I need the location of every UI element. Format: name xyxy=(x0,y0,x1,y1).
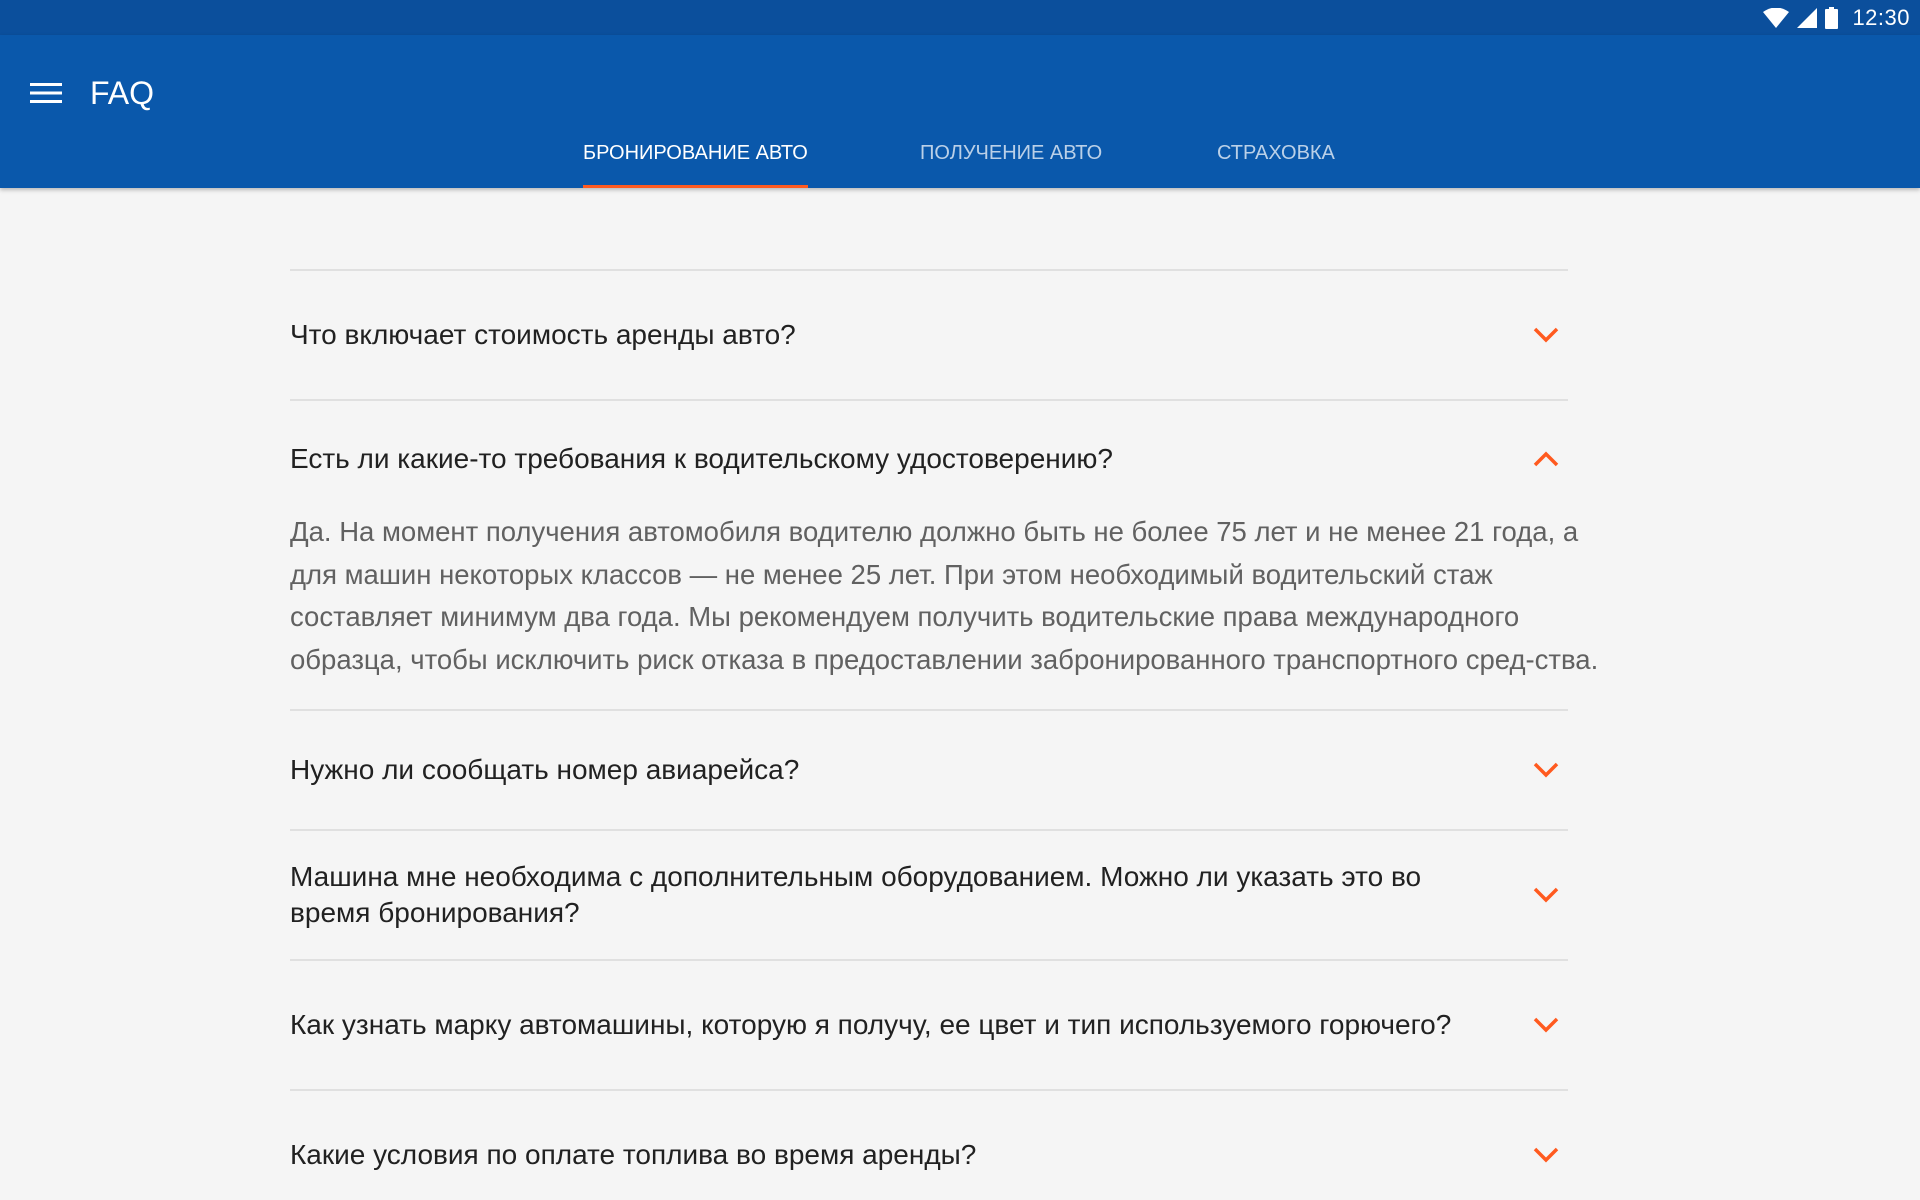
chevron-up-icon[interactable] xyxy=(1530,443,1562,475)
app-bar: FAQ БРОНИРОВАНИЕ АВТО ПОЛУЧЕНИЕ АВТО СТР… xyxy=(0,35,1920,188)
faq-question: Нужно ли сообщать номер авиарейса? xyxy=(290,754,800,785)
faq-question: Как узнать марку автомашины, которую я п… xyxy=(290,1009,1452,1040)
faq-question: Что включает стоимость аренды авто? xyxy=(290,319,796,350)
chevron-down-icon[interactable] xyxy=(1530,1009,1562,1041)
faq-question-row[interactable]: Какие условия по оплате топлива во время… xyxy=(290,1091,1568,1200)
faq-question-row[interactable]: Что включает стоимость аренды авто? xyxy=(290,271,1568,399)
faq-item: Машина мне необходима с дополнительным о… xyxy=(290,829,1568,959)
faq-question-row[interactable]: Как узнать марку автомашины, которую я п… xyxy=(290,961,1568,1089)
faq-question: Есть ли какие-то требования к водительск… xyxy=(290,443,1113,474)
chevron-down-icon[interactable] xyxy=(1530,319,1562,351)
battery-icon xyxy=(1825,6,1839,29)
faq-content: Что включает стоимость аренды авто? Есть… xyxy=(0,188,1920,1200)
menu-icon xyxy=(30,83,62,103)
tab-booking[interactable]: БРОНИРОВАНИЕ АВТО xyxy=(583,135,808,188)
cell-signal-icon xyxy=(1797,7,1818,28)
faq-question: Машина мне необходима с дополнительным о… xyxy=(290,861,1422,928)
faq-question-row[interactable]: Есть ли какие-то требования к водительск… xyxy=(290,401,1568,511)
tab-label: ПОЛУЧЕНИЕ АВТО xyxy=(920,142,1103,164)
status-bar: 12:30 xyxy=(0,0,1920,35)
faq-item: Нужно ли сообщать номер авиарейса? xyxy=(290,709,1568,829)
tab-pickup[interactable]: ПОЛУЧЕНИЕ АВТО xyxy=(920,135,1102,188)
tab-label: СТРАХОВКА xyxy=(1217,142,1335,164)
status-time: 12:30 xyxy=(1852,4,1910,30)
faq-item-expanded: Есть ли какие-то требования к водительск… xyxy=(290,399,1598,709)
chevron-down-icon[interactable] xyxy=(1530,754,1562,786)
chevron-down-icon[interactable] xyxy=(1530,879,1562,911)
faq-item: Как узнать марку автомашины, которую я п… xyxy=(290,959,1568,1089)
tab-bar: БРОНИРОВАНИЕ АВТО ПОЛУЧЕНИЕ АВТО СТРАХОВ… xyxy=(0,135,1920,188)
wifi-icon xyxy=(1763,7,1790,28)
faq-question-row[interactable]: Нужно ли сообщать номер авиарейса? xyxy=(290,711,1568,829)
tab-insurance[interactable]: СТРАХОВКА xyxy=(1217,135,1335,188)
faq-question-row[interactable]: Машина мне необходима с дополнительным о… xyxy=(290,831,1568,959)
chevron-down-icon[interactable] xyxy=(1530,1139,1562,1171)
faq-item: Что включает стоимость аренды авто? xyxy=(290,269,1568,399)
faq-answer: Да. На момент получения автомобиля водит… xyxy=(290,516,1599,675)
tab-label: БРОНИРОВАНИЕ АВТО xyxy=(583,142,808,164)
faq-item: Какие условия по оплате топлива во время… xyxy=(290,1089,1568,1200)
faq-list: Что включает стоимость аренды авто? Есть… xyxy=(290,269,1598,1200)
page-title: FAQ xyxy=(90,75,155,111)
menu-button[interactable] xyxy=(18,65,74,121)
faq-question: Какие условия по оплате топлива во время… xyxy=(290,1139,977,1170)
